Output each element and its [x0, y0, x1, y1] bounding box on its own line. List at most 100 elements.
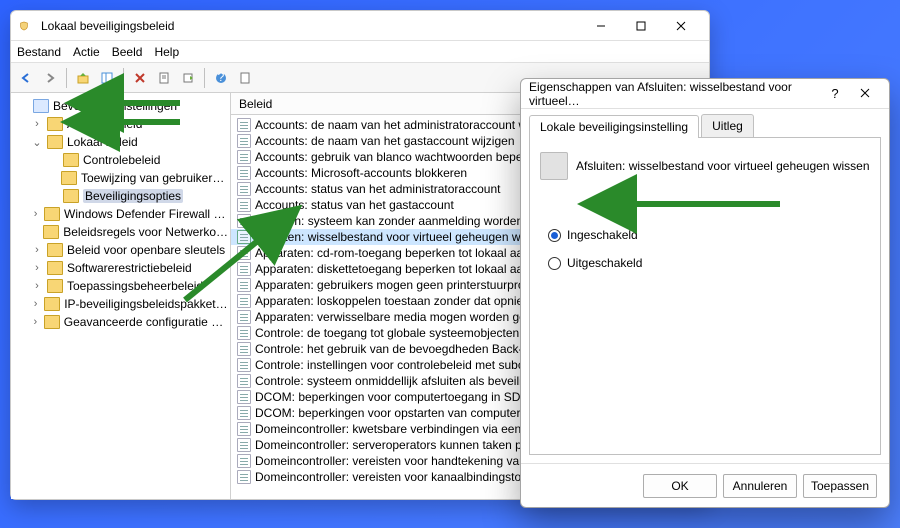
help-button[interactable]: ? [821, 86, 849, 101]
tree-item[interactable]: Toewijzing van gebruikersrechten [13, 169, 228, 187]
tab-page: Afsluiten: wisselbestand voor virtueel g… [529, 137, 881, 455]
tree-label: Beleidsregels voor Netwerkoverzicht Mana… [63, 225, 228, 239]
close-button[interactable] [661, 12, 701, 40]
policy-icon [237, 342, 251, 356]
tree-item[interactable]: ⌄ Lokaal beleid [13, 133, 228, 151]
tree-item[interactable]: › Toepassingsbeheerbeleid [13, 277, 228, 295]
policy-icon [237, 166, 251, 180]
tree-item[interactable]: Controlebeleid [13, 151, 228, 169]
policy-icon [237, 374, 251, 388]
expand-toggle[interactable]: ⌄ [31, 136, 43, 149]
radio-icon [548, 229, 561, 242]
policy-icon [237, 262, 251, 276]
expand-toggle[interactable]: › [31, 316, 40, 328]
tree-item[interactable]: › Softwarerestrictiebeleid [13, 259, 228, 277]
app-icon [19, 18, 35, 34]
tree-item[interactable]: ›Accountbeleid [13, 115, 228, 133]
tree-label: Controlebeleid [83, 153, 160, 167]
up-button[interactable] [72, 67, 94, 89]
policy-icon [237, 230, 251, 244]
policy-icon [237, 438, 251, 452]
radio-disabled[interactable]: Uitgeschakeld [548, 256, 870, 270]
menu-item[interactable]: Help [154, 45, 179, 59]
back-button[interactable] [15, 67, 37, 89]
folder-icon [61, 171, 77, 185]
menu-item[interactable]: Beeld [112, 45, 143, 59]
titlebar[interactable]: Lokaal beveiligingsbeleid [11, 11, 709, 41]
forward-button[interactable] [39, 67, 61, 89]
minimize-button[interactable] [581, 12, 621, 40]
close-button[interactable] [849, 87, 881, 101]
properties-button[interactable] [153, 67, 175, 89]
policy-icon [237, 470, 251, 484]
tree-label: Lokaal beleid [67, 135, 138, 149]
tree-item[interactable]: › IP-beveiligingsbeleidspakketten op Lo… [13, 295, 228, 313]
policy-icon [237, 422, 251, 436]
policy-icon [237, 310, 251, 324]
menu-item[interactable]: Actie [73, 45, 100, 59]
radio-enabled[interactable]: Ingeschakeld [548, 228, 870, 242]
list-label: Accounts: status van het gastaccount [255, 198, 454, 212]
window-title: Lokaal beveiligingsbeleid [41, 19, 581, 33]
tree-item[interactable]: Beveiligingsinstellingen [13, 97, 228, 115]
ok-button[interactable]: OK [643, 474, 717, 498]
menubar: Bestand Actie Beeld Help [11, 41, 709, 63]
tree-label: Geavanceerde configuratie van controle… [64, 315, 228, 329]
tree-item[interactable]: Beveiligingsopties [13, 187, 228, 205]
folder-icon [43, 225, 59, 239]
policy-icon [237, 326, 251, 340]
tree-panel[interactable]: Beveiligingsinstellingen›Accountbeleid ⌄ L… [11, 93, 231, 499]
policy-icon [237, 358, 251, 372]
policy-icon [237, 390, 251, 404]
tree-label: Beleid voor openbare sleutels [67, 243, 225, 257]
policy-icon [237, 214, 251, 228]
expand-toggle[interactable]: › [31, 244, 43, 256]
menu-item[interactable]: Bestand [17, 45, 61, 59]
dialog-title: Eigenschappen van Afsluiten: wisselbesta… [529, 80, 821, 108]
svg-text:?: ? [218, 72, 225, 84]
list-label: Accounts: Microsoft-accounts blokkeren [255, 166, 467, 180]
expand-toggle[interactable]: › [31, 280, 43, 292]
tree-item[interactable]: › Beleid voor openbare sleutels [13, 241, 228, 259]
policy-icon [237, 134, 251, 148]
policy-icon [237, 118, 251, 132]
list-label: Accounts: de naam van het gastaccount wi… [255, 134, 515, 148]
properties-dialog: Eigenschappen van Afsluiten: wisselbesta… [520, 78, 890, 508]
tree-item[interactable]: ›Windows Defender Firewall met geava… [13, 205, 228, 223]
expand-toggle[interactable]: › [31, 262, 43, 274]
policy-icon [237, 294, 251, 308]
apply-button[interactable]: Toepassen [803, 474, 877, 498]
tabs: Lokale beveiligingsinstelling Uitleg [521, 109, 889, 137]
tab-explain[interactable]: Uitleg [701, 114, 754, 137]
maximize-button[interactable] [621, 12, 661, 40]
list-label: Domeincontroller: serveroperators kunnen… [255, 438, 558, 452]
list-label: Accounts: de naam van het administratora… [255, 118, 561, 132]
tree-label: Softwarerestrictiebeleid [67, 261, 192, 275]
export-button[interactable] [177, 67, 199, 89]
help-button[interactable]: ? [210, 67, 232, 89]
policy-icon [237, 198, 251, 212]
policy-icon [237, 406, 251, 420]
folder-icon [47, 117, 63, 131]
folder-icon [47, 279, 63, 293]
pane-button[interactable] [96, 67, 118, 89]
list-label: Afsluiten: wisselbestand voor virtueel g… [255, 230, 549, 244]
expand-toggle[interactable]: › [31, 298, 40, 310]
tree-item[interactable]: Beleidsregels voor Netwerkoverzicht Mana… [13, 223, 228, 241]
policy-icon [237, 454, 251, 468]
tree-label: IP-beveiligingsbeleidspakketten op Lo… [64, 297, 228, 311]
tree-item[interactable]: › Geavanceerde configuratie van controle… [13, 313, 228, 331]
tree-label: Beveiligingsopties [83, 189, 183, 203]
expand-toggle[interactable]: › [31, 208, 40, 220]
list-label: Accounts: status van het administratorac… [255, 182, 500, 196]
folder-icon [44, 297, 60, 311]
tree-label: Toepassingsbeheerbeleid [67, 279, 203, 293]
dialog-titlebar[interactable]: Eigenschappen van Afsluiten: wisselbesta… [521, 79, 889, 109]
cancel-button[interactable]: Annuleren [723, 474, 797, 498]
tab-local-setting[interactable]: Lokale beveiligingsinstelling [529, 115, 699, 138]
refresh-button[interactable] [234, 67, 256, 89]
expand-toggle[interactable]: › [31, 118, 43, 130]
policy-icon [237, 182, 251, 196]
folder-icon [47, 135, 63, 149]
delete-button[interactable] [129, 67, 151, 89]
